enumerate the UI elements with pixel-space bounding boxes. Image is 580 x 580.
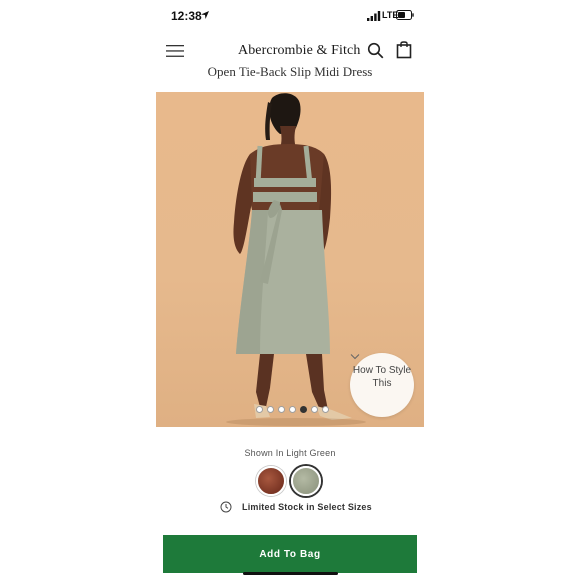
product-title: Open Tie-Back Slip Midi Dress [207, 64, 373, 79]
how-to-style-button[interactable]: How To Style This [350, 353, 414, 417]
menu-icon[interactable] [165, 43, 185, 59]
brand-logo[interactable]: Abercrombie & Fitch [238, 43, 360, 59]
carousel-dot[interactable] [267, 406, 274, 413]
bag-icon[interactable] [396, 40, 412, 59]
carousel-dot[interactable] [300, 406, 307, 413]
stock-notice: Limited Stock in Select Sizes [156, 501, 424, 515]
how-to-style-label: How To Style This [352, 365, 412, 389]
shown-in-color-label: Shown In Light Green [244, 448, 336, 458]
product-image-carousel[interactable]: How To Style This [156, 92, 424, 427]
carousel-dot[interactable] [311, 406, 318, 413]
status-bar: 12:38 LTE [0, 0, 580, 34]
status-time: 12:38 [171, 9, 202, 23]
location-arrow-icon [201, 11, 209, 19]
carousel-dot[interactable] [278, 406, 285, 413]
stock-message: Limited Stock in Select Sizes [242, 502, 372, 512]
add-to-bag-button[interactable]: Add To Bag [163, 535, 417, 573]
search-icon[interactable] [367, 42, 384, 59]
carousel-dot[interactable] [256, 406, 263, 413]
color-swatch-brown[interactable] [256, 466, 286, 496]
cellular-signal-icon [367, 11, 381, 21]
carousel-dot[interactable] [322, 406, 329, 413]
clock-icon [220, 501, 232, 513]
battery-icon [396, 10, 414, 20]
carousel-dot[interactable] [289, 406, 296, 413]
chevron-down-icon [350, 354, 360, 360]
color-swatch-light-green[interactable] [291, 466, 321, 496]
home-indicator [243, 572, 338, 575]
carousel-pagination [256, 406, 329, 414]
